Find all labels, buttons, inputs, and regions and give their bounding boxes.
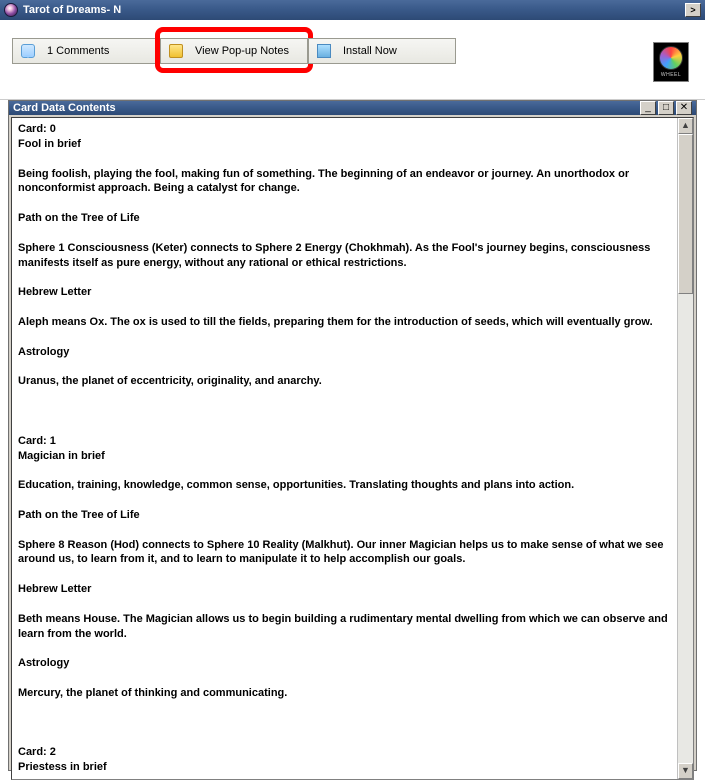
card-data-text: Card: 0 Fool in brief Being foolish, pla… — [12, 118, 677, 779]
vertical-scrollbar[interactable]: ▲ ▼ — [677, 118, 693, 779]
comments-button[interactable]: 1 Comments — [12, 38, 160, 64]
outer-titlebar: Tarot of Dreams- N > — [0, 0, 705, 20]
comment-icon — [21, 44, 35, 58]
install-now-button[interactable]: Install Now — [308, 38, 456, 64]
content-frame: Card: 0 Fool in brief Being foolish, pla… — [11, 117, 694, 780]
wheel-label: WHEEL — [661, 72, 681, 78]
card-data-window: Card Data Contents _ □ ✕ Card: 0 Fool in… — [8, 100, 697, 771]
view-popup-notes-button[interactable]: View Pop-up Notes — [160, 38, 308, 64]
scroll-track[interactable] — [678, 134, 693, 763]
outer-title: Tarot of Dreams- N — [23, 4, 121, 16]
popup-notes-highlight: View Pop-up Notes — [160, 38, 308, 64]
install-icon — [317, 44, 331, 58]
inner-title: Card Data Contents — [13, 102, 116, 114]
folder-icon — [169, 44, 183, 58]
minimize-button[interactable]: _ — [640, 101, 656, 115]
wheel-icon — [659, 46, 683, 70]
install-label: Install Now — [343, 45, 397, 57]
app-icon — [4, 3, 18, 17]
wheel-logo: WHEEL — [653, 42, 689, 82]
popup-notes-label: View Pop-up Notes — [195, 45, 289, 57]
outer-scroll-right-button[interactable]: > — [685, 3, 701, 17]
scroll-thumb[interactable] — [678, 134, 693, 294]
maximize-button[interactable]: □ — [658, 101, 674, 115]
close-button[interactable]: ✕ — [676, 101, 692, 115]
inner-titlebar: Card Data Contents _ □ ✕ — [9, 101, 696, 115]
scroll-up-button[interactable]: ▲ — [678, 118, 693, 134]
toolbar: 1 Comments View Pop-up Notes Install Now… — [0, 20, 705, 100]
comments-label: 1 Comments — [47, 45, 109, 57]
